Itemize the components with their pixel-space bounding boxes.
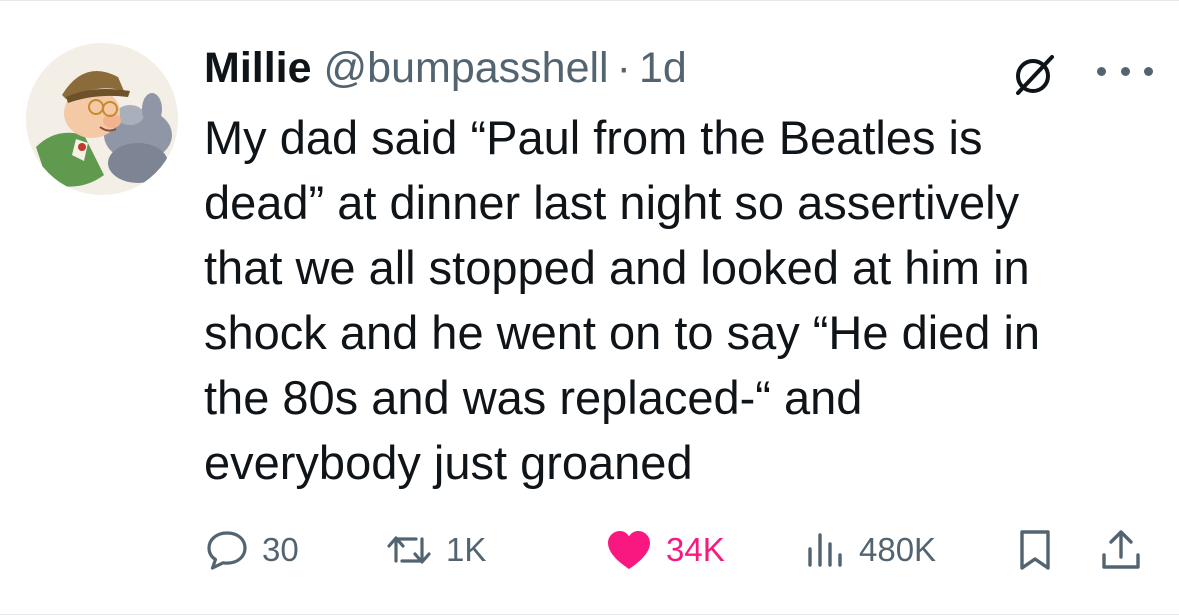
dot [1120,66,1130,76]
action-bar: 30 1K 34K 480K [0,523,1179,577]
speech-bubble-icon [207,531,247,570]
dot [1097,66,1106,76]
bar-chart-icon [808,533,842,567]
reply-button[interactable]: 30 [204,523,299,577]
tweet-text-line: everybody just groaned [204,436,693,489]
tweet-card[interactable]: Millie @bumpasshell · 1d My dad said “Pa… [0,0,1179,615]
views-count: 480K [859,531,937,568]
dot [1144,66,1153,76]
tweet-text-line: My dad said “Paul from the Beatles is [204,111,983,164]
header-separator: · [616,44,631,92]
tweet-text-line: the 80s and was replaced-“ and [204,371,863,424]
bookmark-icon [1020,530,1050,570]
views-button[interactable]: 480K [803,523,936,577]
tweet-text-line: dead” at dinner last night so assertivel… [204,176,1020,229]
more-dots-icon[interactable] [1097,59,1153,83]
grok-slash-circle-icon[interactable] [1012,51,1058,97]
repost-button[interactable]: 1K [384,523,486,577]
tweet-text: My dad said “Paul from the Beatles is de… [204,105,1154,495]
avatar[interactable] [26,43,178,195]
share-button[interactable] [1098,523,1144,577]
repost-arrows-icon [387,536,431,564]
bookmark-button[interactable] [1012,523,1058,577]
share-upload-icon [1102,530,1140,569]
tweet-text-line: that we all stopped and looked at him in [204,241,1030,294]
like-button[interactable]: 34K [604,523,725,577]
author-handle[interactable]: @bumpasshell [324,43,609,93]
heart-icon [608,531,650,569]
tweet-text-line: shock and he went on to say “He died in [204,306,1041,359]
repost-count: 1K [446,531,487,568]
tweet-header: Millie @bumpasshell · 1d [204,43,687,93]
tweet-timestamp[interactable]: 1d [639,43,687,93]
reply-count: 30 [262,531,299,568]
like-count: 34K [666,531,725,568]
author-name[interactable]: Millie [204,43,312,93]
